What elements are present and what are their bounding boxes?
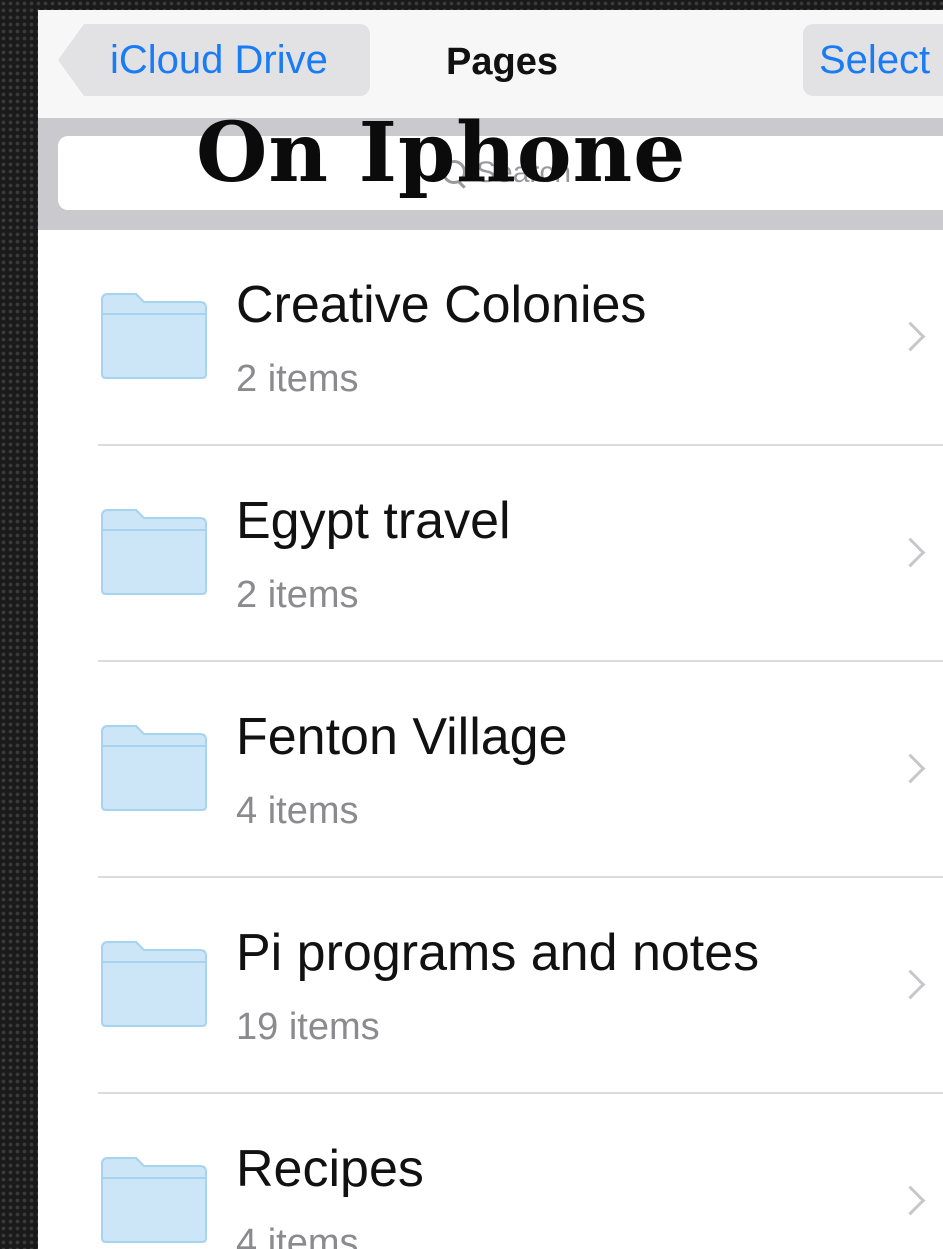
folder-name: Pi programs and notes — [236, 924, 760, 982]
list-item[interactable]: Fenton Village 4 items — [38, 662, 943, 878]
folder-name: Recipes — [236, 1140, 424, 1198]
chevron-right-icon — [895, 1185, 926, 1216]
overlay-caption: On Iphone — [196, 105, 687, 201]
select-button-label: Select — [819, 37, 931, 82]
folder-icon — [101, 725, 207, 811]
folder-item-count: 2 items — [236, 358, 359, 400]
folder-item-count: 2 items — [236, 574, 359, 616]
navigation-bar: iCloud Drive Pages Select — [38, 10, 943, 118]
list-item[interactable]: Pi programs and notes 19 items — [38, 878, 943, 1094]
folder-icon — [101, 509, 207, 595]
list-item[interactable]: Recipes 4 items — [38, 1094, 943, 1249]
folder-name: Creative Colonies — [236, 276, 647, 334]
page-title: Pages — [446, 41, 558, 83]
folder-item-count: 4 items — [236, 790, 359, 832]
folder-icon — [101, 1157, 207, 1243]
chevron-right-icon — [895, 969, 926, 1000]
chevron-right-icon — [895, 321, 926, 352]
select-button[interactable]: Select — [803, 24, 943, 96]
back-button[interactable]: iCloud Drive — [58, 24, 370, 96]
list-item[interactable]: Creative Colonies 2 items — [38, 230, 943, 446]
chevron-right-icon — [895, 753, 926, 784]
folder-list: Creative Colonies 2 items Egypt travel 2… — [38, 230, 943, 1249]
back-button-label: iCloud Drive — [110, 37, 328, 82]
folder-item-count: 4 items — [236, 1222, 359, 1249]
folder-icon — [101, 293, 207, 379]
folder-item-count: 19 items — [236, 1006, 380, 1048]
chevron-right-icon — [895, 537, 926, 568]
folder-name: Fenton Village — [236, 708, 568, 766]
folder-name: Egypt travel — [236, 492, 511, 550]
folder-icon — [101, 941, 207, 1027]
list-item[interactable]: Egypt travel 2 items — [38, 446, 943, 662]
